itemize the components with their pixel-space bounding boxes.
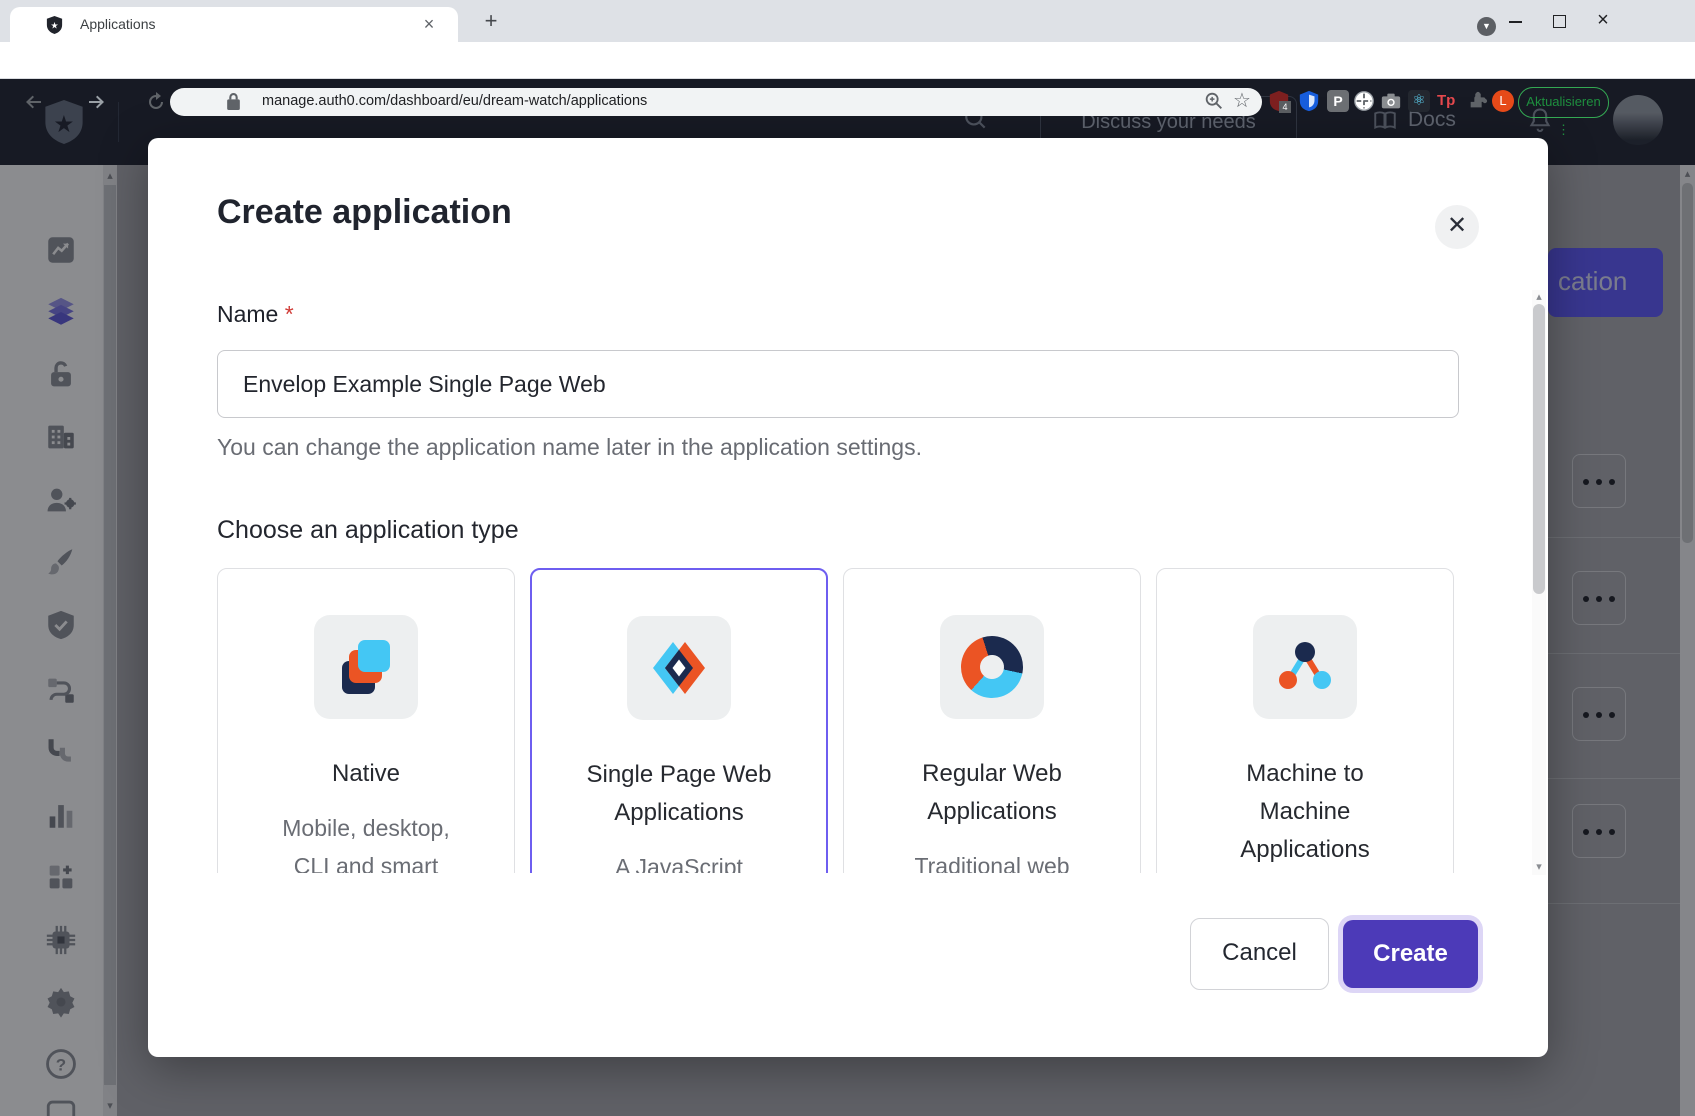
card-description: Traditional web bbox=[914, 847, 1069, 873]
cancel-button[interactable]: Cancel bbox=[1190, 918, 1329, 990]
card-title: Machine toMachineApplications bbox=[1240, 755, 1369, 869]
choose-type-label: Choose an application type bbox=[217, 516, 519, 545]
required-asterisk: * bbox=[285, 301, 294, 327]
card-title-line: Applications bbox=[922, 793, 1062, 831]
browser-tab-strip: ★ Applications × + ▼ × bbox=[0, 0, 1695, 42]
tab-title: Applications bbox=[80, 16, 156, 32]
kebab-icon: ⋮ bbox=[1557, 122, 1570, 137]
bitwarden-icon[interactable] bbox=[1298, 90, 1320, 112]
scroll-up-icon[interactable]: ▴ bbox=[1532, 290, 1546, 303]
application-type-cards: Native Mobile, desktop,CLI and smart Sin… bbox=[217, 568, 1463, 873]
card-title-line: Applications bbox=[1240, 831, 1369, 869]
app-type-card-spa[interactable]: Single Page WebApplications A JavaScript bbox=[530, 568, 828, 873]
p-extension-icon[interactable]: P bbox=[1327, 90, 1349, 112]
https-lock-icon[interactable] bbox=[226, 92, 241, 111]
card-description: Mobile, desktop,CLI and smart bbox=[282, 809, 449, 873]
forward-icon[interactable] bbox=[84, 90, 108, 114]
browser-tab-applications[interactable]: ★ Applications × bbox=[10, 7, 458, 42]
regular-web-icon bbox=[940, 615, 1044, 719]
window-minimize-button[interactable] bbox=[1504, 10, 1526, 32]
refresh-label: Aktualisieren bbox=[1526, 94, 1600, 109]
react-devtools-icon[interactable]: ⚛ bbox=[1408, 90, 1430, 112]
profile-avatar[interactable]: L bbox=[1492, 90, 1514, 112]
app-type-card-native[interactable]: Native Mobile, desktop,CLI and smart bbox=[217, 568, 515, 873]
reload-icon[interactable] bbox=[144, 90, 168, 114]
window-maximize-button[interactable] bbox=[1548, 10, 1570, 32]
scroll-down-icon[interactable]: ▾ bbox=[1532, 860, 1546, 873]
name-help-text: You can change the application name late… bbox=[217, 434, 922, 461]
zoom-icon[interactable] bbox=[1203, 90, 1225, 112]
app-type-card-regular-web[interactable]: Regular WebApplications Traditional web bbox=[843, 568, 1141, 873]
tab-search-caret-icon[interactable]: ▼ bbox=[1477, 17, 1496, 36]
crosshair-icon[interactable] bbox=[1353, 90, 1375, 112]
create-application-modal: Create application ✕ Name * You can chan… bbox=[148, 138, 1548, 1057]
card-desc-line: A JavaScript bbox=[615, 848, 743, 873]
tab-close-icon[interactable]: × bbox=[418, 13, 440, 35]
app-type-card-m2m[interactable]: Machine toMachineApplications bbox=[1156, 568, 1454, 873]
ublock-badge: 4 bbox=[1279, 101, 1291, 113]
spa-icon bbox=[627, 616, 731, 720]
back-icon[interactable] bbox=[22, 90, 46, 114]
camera-icon[interactable] bbox=[1380, 90, 1402, 112]
screenshot-root: ★ Applications × + ▼ × manage.auth0.com/… bbox=[0, 0, 1695, 1116]
puzzle-icon[interactable] bbox=[1467, 90, 1489, 112]
window-close-button[interactable]: × bbox=[1592, 10, 1614, 32]
tampermonkey-icon[interactable]: Tp bbox=[1437, 90, 1459, 112]
card-title-line: Regular Web bbox=[922, 755, 1062, 793]
card-title: Single Page WebApplications bbox=[586, 756, 771, 832]
name-label: Name * bbox=[217, 301, 294, 328]
ublock-icon[interactable]: 4 bbox=[1268, 90, 1290, 112]
refresh-extension-button[interactable]: Aktualisieren ⋮ bbox=[1518, 87, 1609, 118]
native-icon bbox=[314, 615, 418, 719]
modal-scroll-thumb[interactable] bbox=[1533, 304, 1545, 594]
card-title-line: Machine to bbox=[1240, 755, 1369, 793]
modal-title: Create application bbox=[217, 193, 512, 232]
name-label-text: Name bbox=[217, 301, 278, 327]
card-title-line: Applications bbox=[586, 794, 771, 832]
card-title-line: Machine bbox=[1240, 793, 1369, 831]
bookmark-star-icon[interactable]: ☆ bbox=[1233, 88, 1251, 113]
card-title-line: Native bbox=[332, 755, 400, 793]
card-title-line: Single Page Web bbox=[586, 756, 771, 794]
m2m-icon bbox=[1253, 615, 1357, 719]
modal-close-button[interactable]: ✕ bbox=[1435, 205, 1479, 249]
card-desc-line: Mobile, desktop, bbox=[282, 809, 449, 847]
svg-text:★: ★ bbox=[50, 20, 58, 30]
card-desc-line: Traditional web bbox=[914, 847, 1069, 873]
create-button[interactable]: Create bbox=[1343, 920, 1478, 988]
card-title: Regular WebApplications bbox=[922, 755, 1062, 831]
card-desc-line: CLI and smart bbox=[282, 847, 449, 873]
card-description: A JavaScript bbox=[615, 848, 743, 873]
new-tab-button[interactable]: + bbox=[478, 8, 504, 34]
url-text[interactable]: manage.auth0.com/dashboard/eu/dream-watc… bbox=[262, 93, 647, 109]
application-name-input[interactable] bbox=[217, 350, 1459, 418]
auth0-favicon-icon: ★ bbox=[46, 16, 63, 34]
card-title: Native bbox=[332, 755, 400, 793]
browser-toolbar: manage.auth0.com/dashboard/eu/dream-watc… bbox=[0, 42, 1695, 79]
modal-scrollbar[interactable]: ▴ ▾ bbox=[1532, 290, 1546, 875]
